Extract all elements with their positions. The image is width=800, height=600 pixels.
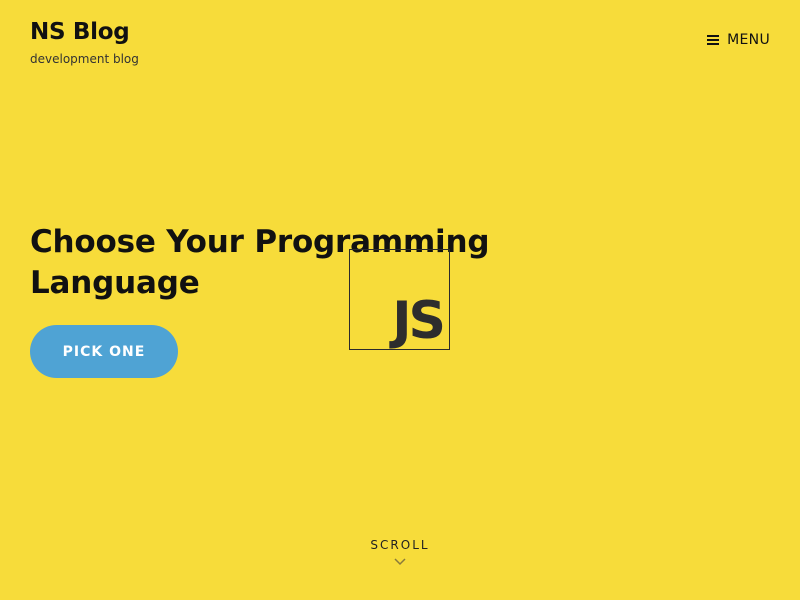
site-title[interactable]: NS Blog	[30, 16, 139, 48]
chevron-down-icon	[394, 558, 406, 566]
hamburger-icon	[707, 35, 720, 45]
scroll-label: SCROLL	[370, 538, 430, 552]
site-tagline: development blog	[30, 52, 139, 66]
js-logo: JS	[349, 249, 450, 350]
js-logo-text: JS	[392, 291, 446, 351]
menu-label: MENU	[727, 32, 770, 48]
site-header: NS Blog development blog	[30, 16, 139, 67]
pick-one-button[interactable]: PICK ONE	[30, 325, 178, 378]
scroll-indicator[interactable]: SCROLL	[0, 538, 800, 566]
menu-button[interactable]: MENU	[707, 32, 770, 48]
